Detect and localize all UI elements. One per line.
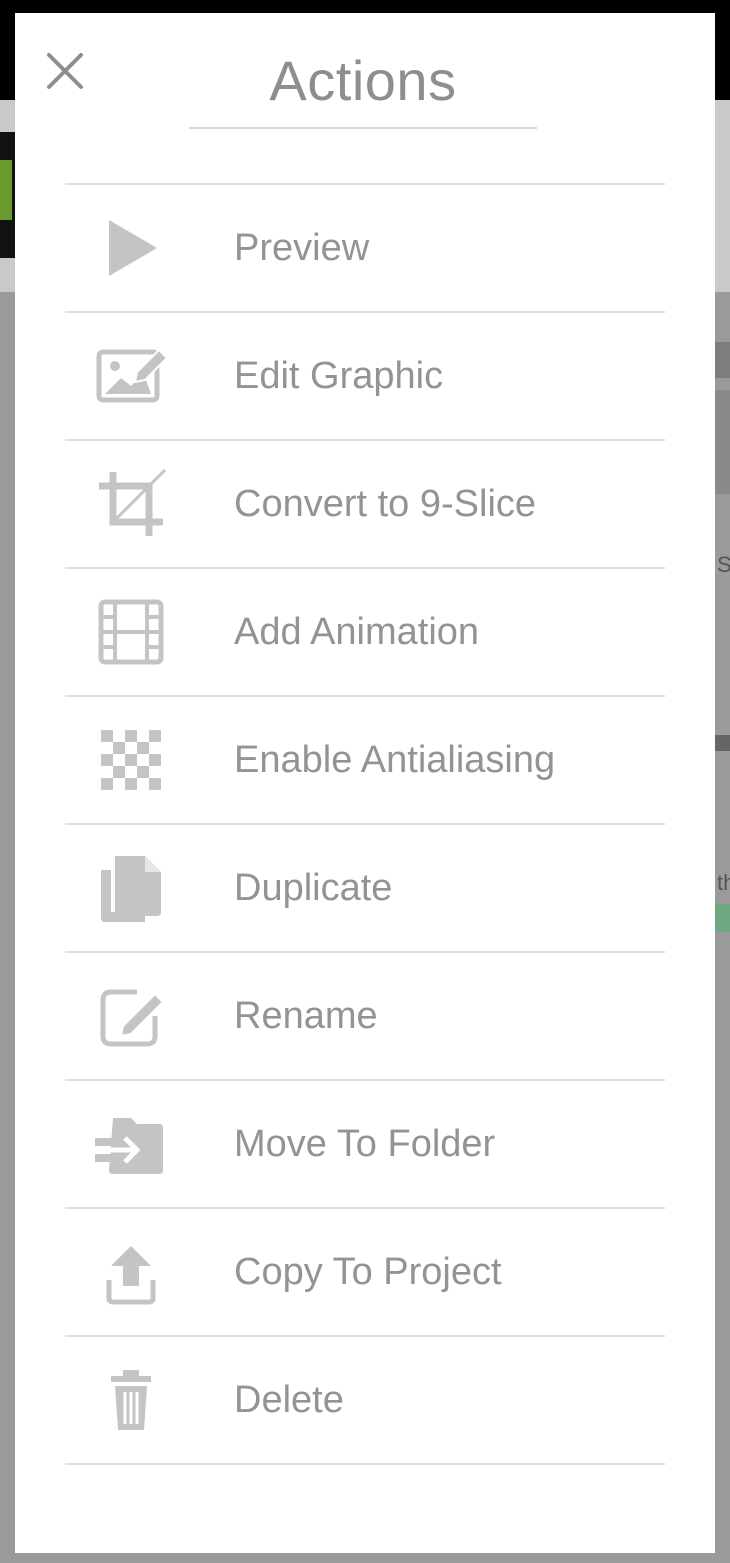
upload-icon (93, 1234, 169, 1310)
copy-icon (93, 850, 169, 926)
action-edit-graphic[interactable]: Edit Graphic (65, 313, 665, 441)
action-label: Convert to 9-Slice (234, 482, 537, 525)
action-copy-to-project[interactable]: Copy To Project (65, 1209, 665, 1337)
background-block (715, 390, 730, 494)
film-icon (93, 594, 169, 670)
background-thumbnail-sprite (0, 160, 12, 220)
action-label: Move To Folder (234, 1122, 496, 1165)
dialog-title-container: Actions (189, 33, 537, 129)
action-label: Delete (234, 1378, 344, 1421)
action-label: Add Animation (234, 610, 480, 653)
action-label: Enable Antialiasing (234, 738, 556, 781)
action-convert-9-slice[interactable]: Convert to 9-Slice (65, 441, 665, 569)
action-duplicate[interactable]: Duplicate (65, 825, 665, 953)
actions-list: Preview Edit Graphic Convert to 9-Slice … (65, 183, 665, 1465)
background-text: S (717, 552, 730, 577)
crop-icon (93, 466, 169, 542)
action-delete[interactable]: Delete (65, 1337, 665, 1465)
folder-move-icon (93, 1106, 169, 1182)
close-icon (47, 53, 83, 89)
action-label: Preview (234, 226, 370, 269)
action-label: Duplicate (234, 866, 393, 909)
action-label: Copy To Project (234, 1250, 502, 1293)
action-move-to-folder[interactable]: Move To Folder (65, 1081, 665, 1209)
background-badge (715, 904, 730, 932)
pencil-square-icon (93, 978, 169, 1054)
play-icon (93, 210, 169, 286)
dialog-title: Actions (269, 48, 457, 112)
close-button[interactable] (43, 49, 87, 93)
action-rename[interactable]: Rename (65, 953, 665, 1081)
background-block (715, 342, 730, 378)
checkerboard-icon (93, 722, 169, 798)
action-label: Edit Graphic (234, 354, 444, 397)
action-add-animation[interactable]: Add Animation (65, 569, 665, 697)
actions-dialog: Actions Preview Edit Graphic Convert to … (15, 13, 715, 1553)
action-label: Rename (234, 994, 378, 1037)
background-divider (715, 735, 730, 751)
image-edit-icon (93, 338, 169, 414)
action-preview[interactable]: Preview (65, 185, 665, 313)
background-text: th (717, 870, 730, 895)
action-enable-antialiasing[interactable]: Enable Antialiasing (65, 697, 665, 825)
trash-icon (93, 1362, 169, 1438)
